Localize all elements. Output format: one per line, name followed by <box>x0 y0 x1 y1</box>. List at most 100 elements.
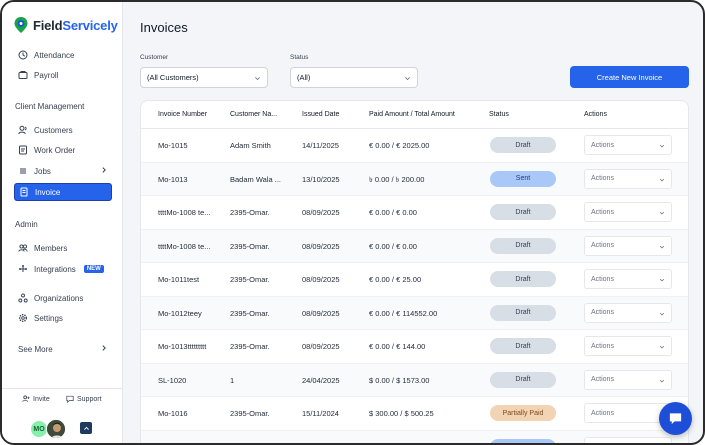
column-header-issued-date[interactable]: Issued Date <box>302 111 339 118</box>
sidebar-item-label: Payroll <box>34 70 59 80</box>
actions-dropdown[interactable]: Actions <box>584 436 672 443</box>
invite-button[interactable]: Invite <box>22 395 50 403</box>
table-row[interactable]: Mo-1014Anneass14/11/2024$ 0.00 / $ 0.00S… <box>141 430 688 443</box>
invoice-number-cell[interactable]: Mo-1013 <box>158 175 224 184</box>
support-button[interactable]: Support <box>66 395 102 403</box>
chevron-down-icon <box>659 178 665 181</box>
column-header-customer[interactable]: Customer Na... <box>230 111 277 118</box>
sidebar-item-label: Organizations <box>34 293 84 303</box>
customer-name-cell: 2395-Omar. <box>230 208 270 217</box>
customer-name-cell: 2395-Omar. <box>230 241 270 251</box>
invoice-number-cell[interactable]: ttttMo-1008 te... <box>158 208 224 217</box>
app-logo[interactable]: FieldServicely <box>13 16 118 34</box>
invoice-number-cell[interactable]: Mo-1012teey <box>158 309 224 318</box>
actions-label: Actions <box>591 242 614 249</box>
issued-date-cell: 08/09/2025 <box>302 342 340 351</box>
customer-filter-label: Customer <box>140 54 169 61</box>
sidebar-item-organizations[interactable]: Organizations <box>14 289 112 307</box>
status-badge: Draft <box>490 137 556 153</box>
customer-name-cell: Adam Smith <box>230 141 271 150</box>
amount-cell: € 0.00 / € 114552.00 <box>369 308 438 318</box>
table-header: Invoice Number Customer Na... Issued Dat… <box>141 101 688 129</box>
invoice-number-cell[interactable]: Mo-1011test <box>158 275 224 284</box>
actions-dropdown[interactable]: Actions <box>584 336 672 356</box>
table-row[interactable]: Mo-1012teey 2395-Omar. 08/09/2025 € 0.00 / … <box>141 296 688 330</box>
sidebar-item-customers[interactable]: Customers <box>14 121 112 139</box>
actions-dropdown[interactable]: Actions <box>584 269 672 289</box>
sidebar-item-members[interactable]: Members <box>14 239 112 257</box>
chevron-down-icon <box>659 345 665 349</box>
customer-name-cell: 2395-Omar. <box>230 409 270 418</box>
integrations-icon <box>19 265 27 272</box>
actions-dropdown[interactable]: Actions <box>584 235 672 256</box>
sidebar-item-integrations[interactable]: Integrations NEW <box>14 260 112 278</box>
invoice-number-cell[interactable]: SL-1020 <box>158 376 224 385</box>
actions-dropdown[interactable]: Actions <box>584 202 672 222</box>
status-badge: Draft <box>490 338 556 354</box>
table-row[interactable]: Mo-1011test 2395-Omar. 08/09/2025 € 0.00 / … <box>141 263 688 297</box>
sidebar-item-invoice[interactable]: Invoice <box>14 183 112 201</box>
actions-label: Actions <box>591 175 614 182</box>
table-row[interactable]: Mo-1013 Badam Wala ... 13/10/2025 ৳ 0.00 / … <box>141 162 688 196</box>
issued-date-cell: 08/09/2025 <box>302 241 340 251</box>
issued-date-cell: 15/11/2024 <box>302 409 339 418</box>
issued-date-cell: 08/09/2025 <box>302 308 340 318</box>
column-header-status[interactable]: Status <box>489 111 509 118</box>
issued-date-cell: 08/09/2025 <box>302 275 340 284</box>
amount-cell: $ 300.00 / $ 500.25 <box>369 409 434 418</box>
actions-dropdown[interactable]: Actions <box>584 135 672 155</box>
sidebar-item-label: Jobs <box>34 166 51 176</box>
user-photo-avatar[interactable] <box>46 419 66 439</box>
sidebar-item-jobs[interactable]: Jobs <box>14 162 112 180</box>
status-filter-select[interactable]: (All) <box>290 67 418 88</box>
column-header-amount[interactable]: Paid Amount / Total Amount <box>369 111 455 118</box>
invoice-number-cell[interactable]: Mo-1013ttttttttt <box>158 342 224 351</box>
sidebar-item-settings[interactable]: Settings <box>14 309 112 327</box>
sidebar-item-label: Customers <box>34 125 73 135</box>
invoices-table: Invoice Number Customer Na... Issued Dat… <box>140 100 689 443</box>
chevron-down-icon <box>659 278 665 282</box>
see-more-label: See More <box>18 344 53 354</box>
invoice-number-cell[interactable]: Mo-1016 <box>158 409 224 418</box>
create-invoice-button[interactable]: Create New Invoice <box>570 66 689 88</box>
sidebar-item-label: Work Order <box>34 145 76 155</box>
sidebar-item-work-order[interactable]: Work Order <box>14 141 112 159</box>
actions-label: Actions <box>591 275 614 283</box>
sidebar-item-attendance[interactable]: Attendance <box>14 46 112 64</box>
chevron-down-icon <box>659 312 665 315</box>
actions-dropdown[interactable]: Actions <box>584 302 672 323</box>
members-icon <box>18 244 28 252</box>
invoice-number-cell[interactable]: Mo-1015 <box>158 141 224 150</box>
sidebar-item-label: Invoice <box>35 187 61 197</box>
customer-filter-select[interactable]: (All Customers) <box>140 67 268 88</box>
table-row[interactable]: ttttMo-1008 te... 2395-Omar. 08/09/2025 € 0… <box>141 229 688 263</box>
table-row[interactable]: Mo-1015 Adam Smith 14/11/2025 € 0.00 / € 20… <box>141 129 688 163</box>
support-label: Support <box>77 395 102 403</box>
collapse-sidebar-button[interactable] <box>80 422 92 434</box>
chat-button[interactable] <box>659 402 692 435</box>
column-header-invoice-number[interactable]: Invoice Number <box>158 111 207 118</box>
chevron-down-icon <box>659 379 665 382</box>
table-row[interactable]: Mo-1016 2395-Omar. 15/11/2024 $ 300.00 / $ … <box>141 397 688 431</box>
actions-dropdown[interactable]: Actions <box>584 369 672 390</box>
table-row[interactable]: SL-1020 1 24/04/2025 $ 0.00 / $ 1573.00 Draf… <box>141 363 688 397</box>
table-row[interactable]: ttttMo-1008 te... 2395-Omar. 08/09/2025 € 0… <box>141 196 688 230</box>
customer-name-cell: Badam Wala ... <box>230 174 281 184</box>
invoice-number-cell[interactable]: ttttMo-1008 te... <box>158 242 224 251</box>
status-badge: Draft <box>490 204 556 220</box>
organizations-icon <box>18 293 28 303</box>
amount-cell: € 0.00 / € 25.00 <box>369 275 422 284</box>
sidebar-item-payroll[interactable]: Payroll <box>14 66 112 84</box>
work-order-icon <box>19 145 27 155</box>
actions-dropdown[interactable]: Actions <box>584 168 672 189</box>
chevron-down-icon <box>405 77 410 81</box>
chevron-right-icon <box>102 167 106 173</box>
status-badge: Draft <box>490 371 556 388</box>
customer-filter-value: (All Customers) <box>147 73 199 82</box>
customer-name-cell: 2395-Omar. <box>230 342 270 351</box>
table-row[interactable]: Mo-1013ttttttttt 2395-Omar. 08/09/2025 € 0.… <box>141 330 688 364</box>
see-more-toggle[interactable]: See More <box>14 340 112 358</box>
amount-cell: € 0.00 / € 0.00 <box>369 208 417 217</box>
customer-name-cell: 2395-Omar. <box>230 275 270 284</box>
chevron-down-icon <box>659 245 665 248</box>
